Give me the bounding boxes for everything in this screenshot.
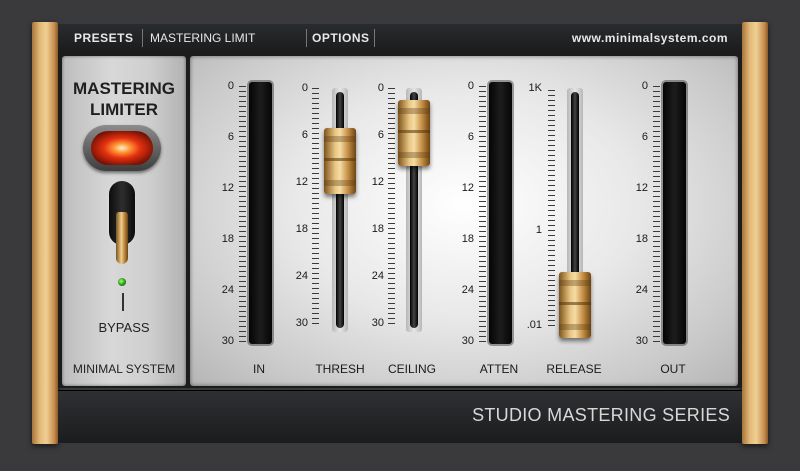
- options-button[interactable]: OPTIONS: [312, 24, 370, 52]
- channel-label-out: OUT: [660, 362, 686, 376]
- ceiling-scale-ticks: [388, 88, 395, 326]
- tick-label: 24: [635, 284, 648, 296]
- tick-label: 6: [377, 129, 384, 141]
- tick-label: 24: [371, 270, 384, 282]
- tick-label: .01: [526, 319, 542, 331]
- tick-label: 6: [227, 131, 234, 143]
- channel-label-atten: ATTEN: [479, 362, 519, 376]
- tick-label: 18: [371, 223, 384, 235]
- tick-label: 30: [295, 317, 308, 329]
- channel-label-release: RELEASE: [546, 362, 602, 376]
- tick-label: 12: [371, 176, 384, 188]
- title-line-1: MASTERING: [73, 79, 175, 98]
- tick-label: 18: [635, 233, 648, 245]
- top-bar: PRESETS MASTERING LIMIT OPTIONS www.mini…: [58, 24, 742, 53]
- atten-scale-ticks: [479, 86, 486, 342]
- title-line-2: LIMITER: [90, 100, 158, 119]
- wood-side-panel-left: [32, 22, 58, 444]
- input-meter: [249, 82, 272, 344]
- bypass-label: BYPASS: [98, 320, 150, 335]
- tick-label: 24: [461, 284, 474, 296]
- separator: [142, 29, 143, 47]
- bypass-indicator-line: [122, 293, 124, 311]
- preset-name-field[interactable]: MASTERING LIMIT: [150, 24, 255, 52]
- tick-label: 12: [635, 182, 648, 194]
- input-scale-ticks: [239, 86, 246, 342]
- separator: [374, 29, 375, 47]
- tick-label: 0: [301, 82, 308, 94]
- tick-label: 18: [221, 233, 234, 245]
- attenuation-meter: [489, 82, 512, 344]
- tick-label: 1: [535, 224, 542, 236]
- tick-label: 1K: [528, 82, 542, 94]
- indicator-lamp: [91, 131, 153, 165]
- tick-label: 6: [301, 129, 308, 141]
- tick-label: 18: [461, 233, 474, 245]
- tick-label: 0: [467, 80, 474, 92]
- tick-label: 30: [635, 335, 648, 347]
- wood-side-panel-right: [742, 22, 768, 444]
- release-scale-ticks: [548, 90, 555, 326]
- output-scale-ticks: [653, 86, 660, 342]
- tick-label: 6: [467, 131, 474, 143]
- tick-label: 6: [641, 131, 648, 143]
- bypass-led: [118, 278, 126, 286]
- channel-label-thresh: THRESH: [315, 362, 365, 376]
- channel-label-ceiling: CEILING: [387, 362, 436, 376]
- tick-label: 0: [377, 82, 384, 94]
- output-meter: [663, 82, 686, 344]
- separator: [306, 29, 307, 47]
- brand-label: MINIMAL SYSTEM: [72, 362, 176, 376]
- tick-label: 24: [295, 270, 308, 282]
- tick-label: 12: [295, 176, 308, 188]
- tick-label: 0: [227, 80, 234, 92]
- tick-label: 24: [221, 284, 234, 296]
- thresh-fader-knob[interactable]: [324, 128, 356, 194]
- website-link[interactable]: www.minimalsystem.com: [572, 24, 728, 52]
- tick-label: 0: [641, 80, 648, 92]
- tick-label: 30: [371, 317, 384, 329]
- channel-label-in: IN: [253, 362, 265, 376]
- tick-label: 12: [461, 182, 474, 194]
- tick-label: 30: [461, 335, 474, 347]
- tick-label: 18: [295, 223, 308, 235]
- bypass-toggle-switch[interactable]: [116, 212, 128, 264]
- release-fader-knob[interactable]: [559, 272, 591, 338]
- ceiling-fader-knob[interactable]: [398, 100, 430, 166]
- tick-label: 30: [221, 335, 234, 347]
- tick-label: 12: [221, 182, 234, 194]
- plugin-title: MASTERING LIMITER: [62, 78, 186, 120]
- thresh-scale-ticks: [312, 88, 319, 326]
- series-label: STUDIO MASTERING SERIES: [472, 405, 730, 425]
- presets-button[interactable]: PRESETS: [74, 24, 134, 52]
